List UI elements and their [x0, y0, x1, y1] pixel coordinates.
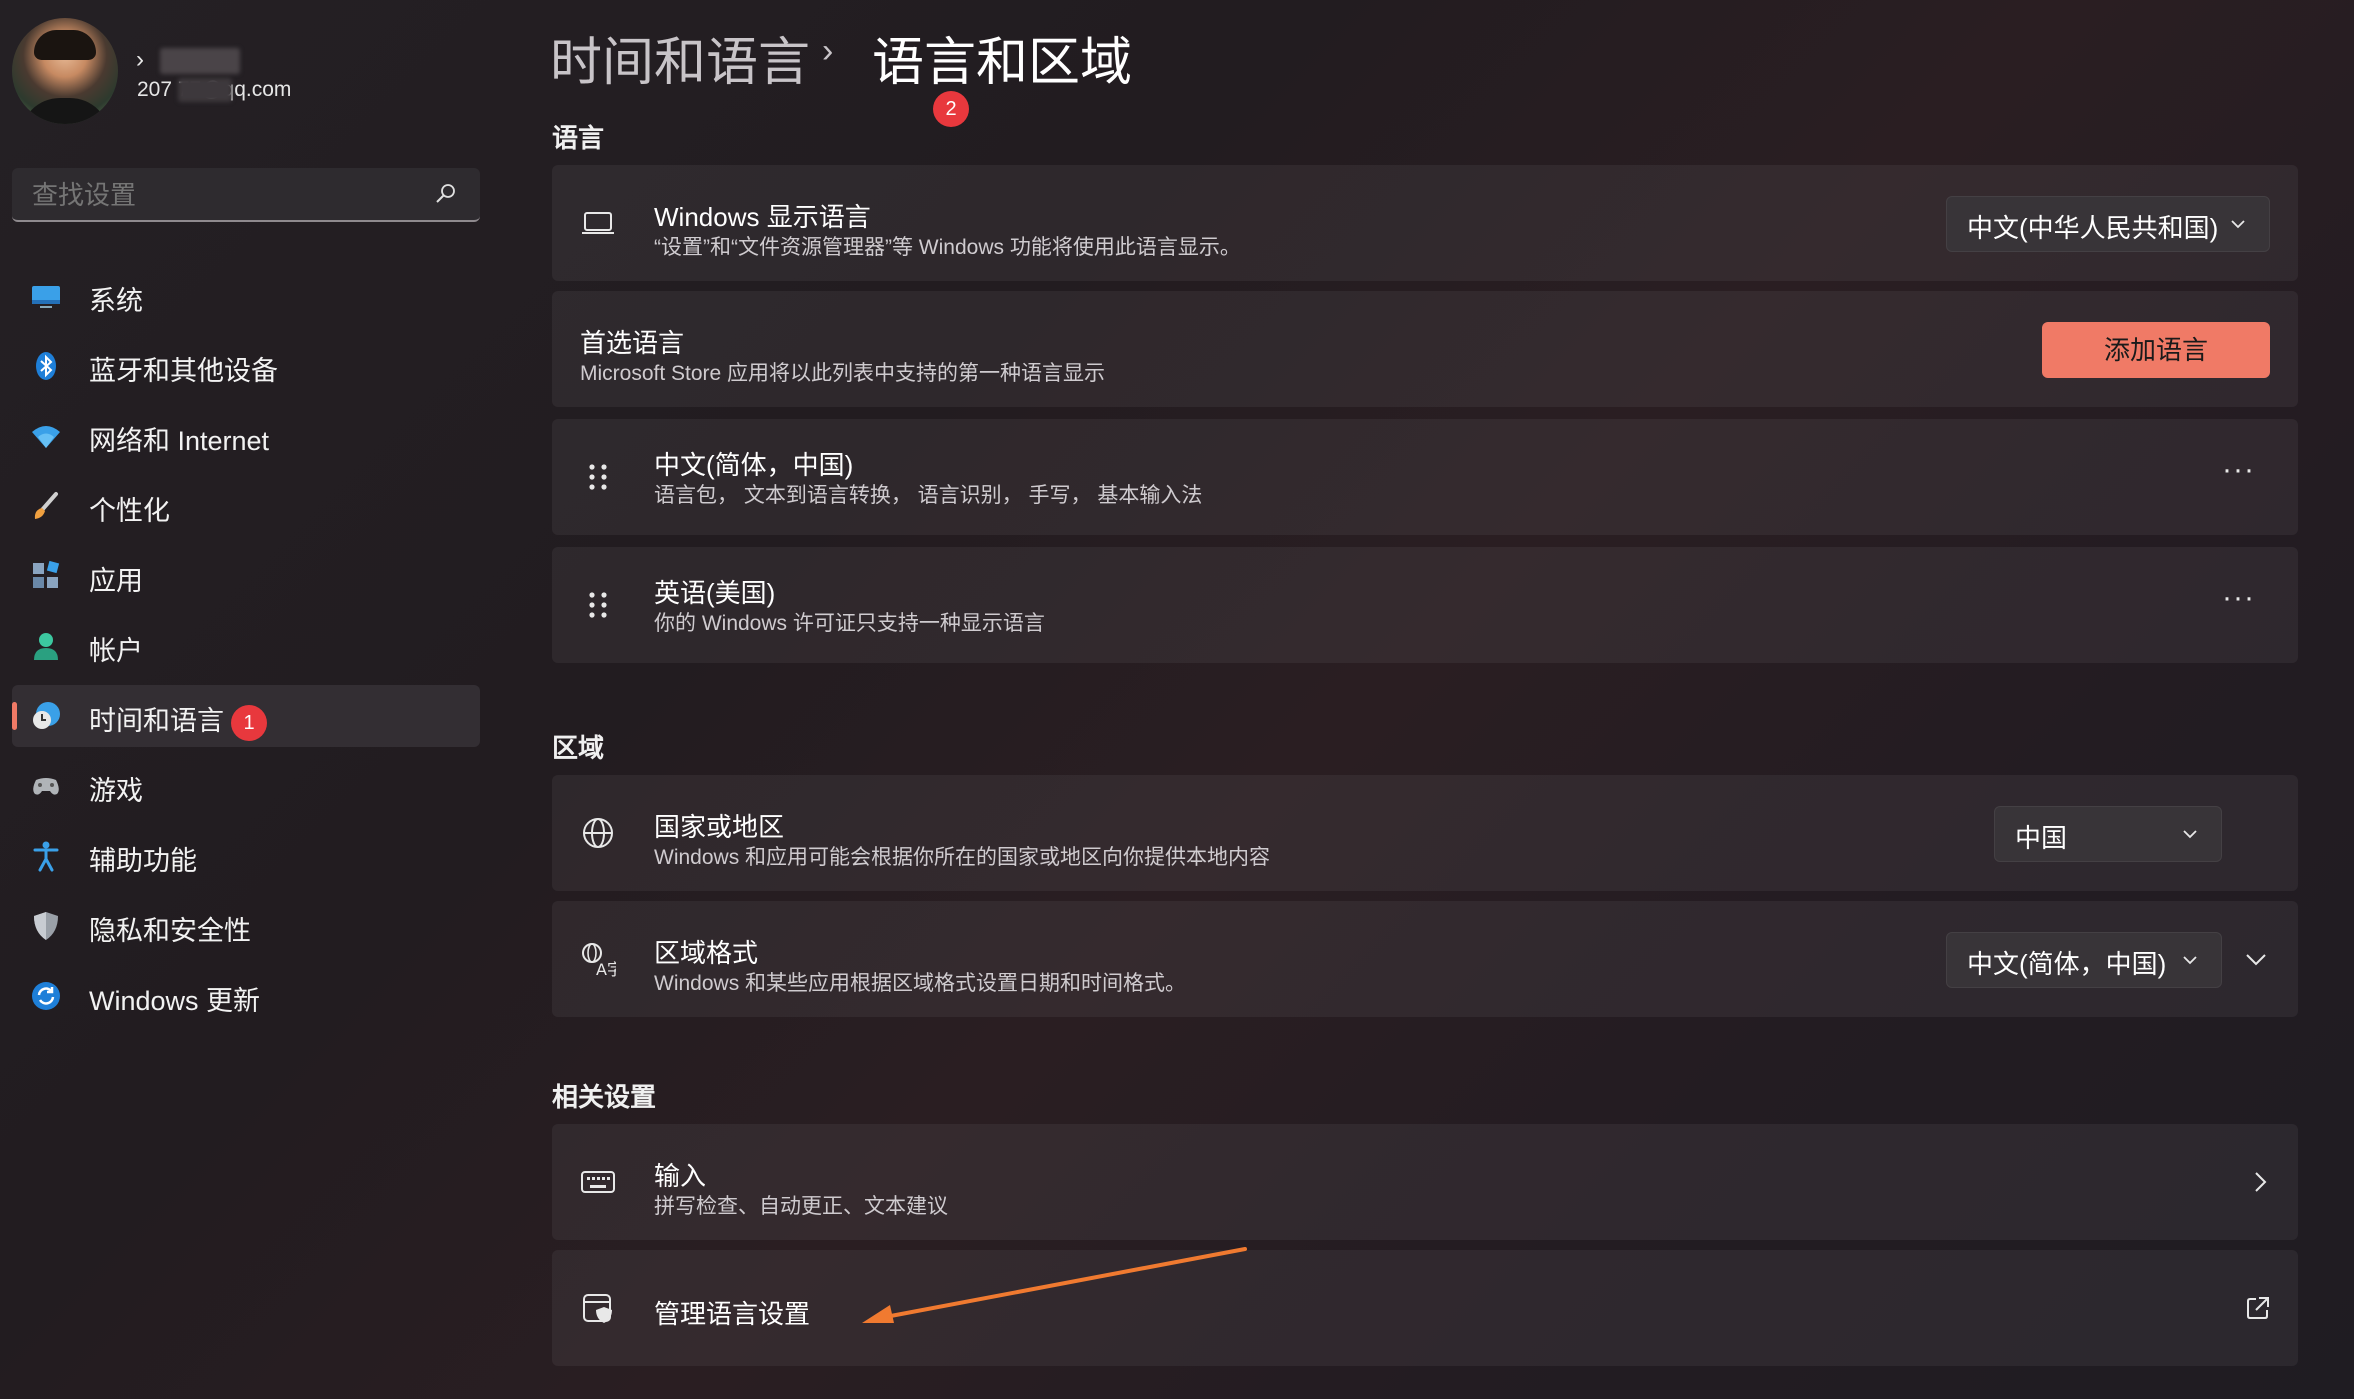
administrative-language-settings-link[interactable]: 管理语言设置 — [552, 1250, 2298, 1366]
dropdown-value: 中国 — [2015, 823, 2068, 853]
sidebar-item-bluetooth[interactable]: 蓝牙和其他设备 — [12, 335, 480, 397]
language-item-en-us[interactable]: 英语(美国) 你的 Windows 许可证只支持一种显示语言 ··· — [552, 547, 2298, 663]
regional-format-icon: A字 — [582, 943, 616, 977]
accessibility-icon — [33, 841, 59, 872]
breadcrumb-parent[interactable]: 时间和语言 — [550, 20, 810, 95]
section-title-language: 语言 — [552, 123, 605, 153]
language-name: 中文(简体，中国) — [654, 450, 854, 480]
sidebar-item-windows-update[interactable]: Windows 更新 — [12, 965, 480, 1027]
language-name: 英语(美国) — [654, 578, 776, 608]
brush-icon — [34, 492, 58, 519]
sidebar-item-personalization[interactable]: 个性化 — [12, 475, 480, 537]
sidebar-item-accessibility[interactable]: 辅助功能 — [12, 825, 480, 887]
sidebar-item-label: 蓝牙和其他设备 — [89, 356, 278, 386]
sidebar-item-label: 辅助功能 — [89, 846, 197, 876]
language-features: 你的 Windows 许可证只支持一种显示语言 — [654, 612, 1045, 635]
sidebar-item-gaming[interactable]: 游戏 — [12, 755, 480, 817]
chevron-down-icon — [2183, 830, 2197, 839]
apps-icon — [33, 560, 60, 588]
monitor-icon — [32, 286, 60, 308]
sidebar-item-label: 游戏 — [89, 776, 143, 806]
display-language-dropdown[interactable]: 中文(中华人民共和国) — [1946, 196, 2270, 252]
regional-format-title: 区域格式 — [654, 938, 759, 968]
regional-format-subtitle: Windows 和某些应用根据区域格式设置日期和时间格式。 — [654, 972, 1187, 995]
add-language-button[interactable]: 添加语言 — [2042, 322, 2270, 378]
sidebar-item-system[interactable]: 系统 — [12, 265, 480, 327]
admin-language-title: 管理语言设置 — [654, 1299, 811, 1329]
annotation-arrow — [862, 1247, 1247, 1323]
expand-chevron-icon[interactable] — [2244, 947, 2268, 971]
drag-handle-icon[interactable] — [580, 587, 616, 623]
display-language-card: Windows 显示语言 “设置”和“文件资源管理器”等 Windows 功能将… — [552, 165, 2298, 281]
sidebar-item-label: 时间和语言 — [89, 706, 224, 736]
country-region-subtitle: Windows 和应用可能会根据你所在的国家或地区向你提供本地内容 — [654, 846, 1271, 869]
display-language-subtitle: “设置”和“文件资源管理器”等 Windows 功能将使用此语言显示。 — [654, 236, 1241, 259]
search-box[interactable] — [12, 168, 480, 222]
language-features: 语言包， 文本到语言转换， 语言识别， 手写， 基本输入法 — [654, 484, 1203, 507]
more-options-icon[interactable]: ··· — [2222, 581, 2255, 615]
sidebar-item-label: 隐私和安全性 — [89, 916, 251, 946]
user-name-redacted — [160, 48, 240, 74]
page-title: 语言和区域 — [872, 34, 1133, 92]
annotation-badge: 2 — [933, 91, 969, 127]
sidebar-item-label: 应用 — [89, 566, 143, 596]
chevron-right-icon: › — [136, 46, 144, 73]
chevron-down-icon — [2231, 220, 2245, 229]
country-region-title: 国家或地区 — [654, 812, 785, 842]
selection-indicator — [12, 702, 17, 730]
update-icon — [32, 982, 60, 1010]
svg-text:A字: A字 — [596, 960, 616, 977]
drag-handle-icon[interactable] — [580, 459, 616, 495]
country-dropdown[interactable]: 中国 — [1994, 806, 2222, 862]
typing-settings-link[interactable]: 输入 拼写检查、自动更正、文本建议 — [552, 1124, 2298, 1240]
time-language-icon — [33, 702, 60, 729]
annotation-badge: 1 — [231, 705, 267, 741]
shield-icon — [34, 912, 58, 940]
dropdown-value: 中文(中华人民共和国) — [1967, 213, 2219, 243]
sidebar-item-time-language[interactable]: 时间和语言 1 — [12, 685, 480, 747]
admin-settings-icon — [583, 1294, 612, 1323]
typing-title: 输入 — [654, 1161, 707, 1191]
wifi-icon — [32, 426, 60, 448]
sidebar-item-label: 个性化 — [89, 496, 170, 526]
regional-format-dropdown[interactable]: 中文(简体，中国) — [1946, 932, 2222, 988]
preferred-language-subtitle: Microsoft Store 应用将以此列表中支持的第一种语言显示 — [580, 362, 1106, 385]
more-options-icon[interactable]: ··· — [2222, 453, 2255, 487]
chevron-right-icon — [2255, 1172, 2267, 1192]
avatar[interactable] — [12, 18, 118, 124]
regional-format-card[interactable]: A字 区域格式 Windows 和某些应用根据区域格式设置日期和时间格式。 中文… — [552, 901, 2298, 1017]
typing-subtitle: 拼写检查、自动更正、文本建议 — [654, 1195, 948, 1218]
breadcrumb-separator: › — [822, 32, 834, 70]
globe-icon — [583, 818, 613, 848]
sidebar-item-label: 系统 — [89, 286, 143, 316]
sidebar-item-label: Windows 更新 — [89, 986, 261, 1016]
laptop-icon — [582, 212, 614, 234]
dropdown-value: 中文(简体，中国) — [1967, 949, 2167, 979]
external-link-icon — [2247, 1297, 2269, 1319]
section-title-related: 相关设置 — [552, 1082, 657, 1112]
country-region-card: 国家或地区 Windows 和应用可能会根据你所在的国家或地区向你提供本地内容 … — [552, 775, 2298, 891]
sidebar-item-apps[interactable]: 应用 — [12, 545, 480, 607]
sidebar-item-privacy[interactable]: 隐私和安全性 — [12, 895, 480, 957]
chevron-down-icon — [2183, 956, 2197, 965]
sidebar-item-label: 网络和 Internet — [89, 426, 270, 456]
language-item-zh-cn[interactable]: 中文(简体，中国) 语言包， 文本到语言转换， 语言识别， 手写， 基本输入法 … — [552, 419, 2298, 535]
email-redaction — [178, 78, 232, 102]
sidebar-item-accounts[interactable]: 帐户 — [12, 615, 480, 677]
sidebar-item-network[interactable]: 网络和 Internet — [12, 405, 480, 467]
preferred-language-title: 首选语言 — [580, 328, 685, 358]
keyboard-icon — [581, 1171, 615, 1193]
preferred-language-card: 首选语言 Microsoft Store 应用将以此列表中支持的第一种语言显示 … — [552, 291, 2298, 407]
display-language-title: Windows 显示语言 — [654, 202, 871, 232]
sidebar-item-label: 帐户 — [89, 636, 143, 666]
search-input[interactable] — [30, 179, 414, 212]
bluetooth-icon — [36, 352, 56, 380]
search-icon[interactable] — [434, 182, 458, 206]
section-title-region: 区域 — [552, 733, 605, 763]
gamepad-icon — [33, 778, 59, 795]
person-icon — [34, 633, 58, 660]
